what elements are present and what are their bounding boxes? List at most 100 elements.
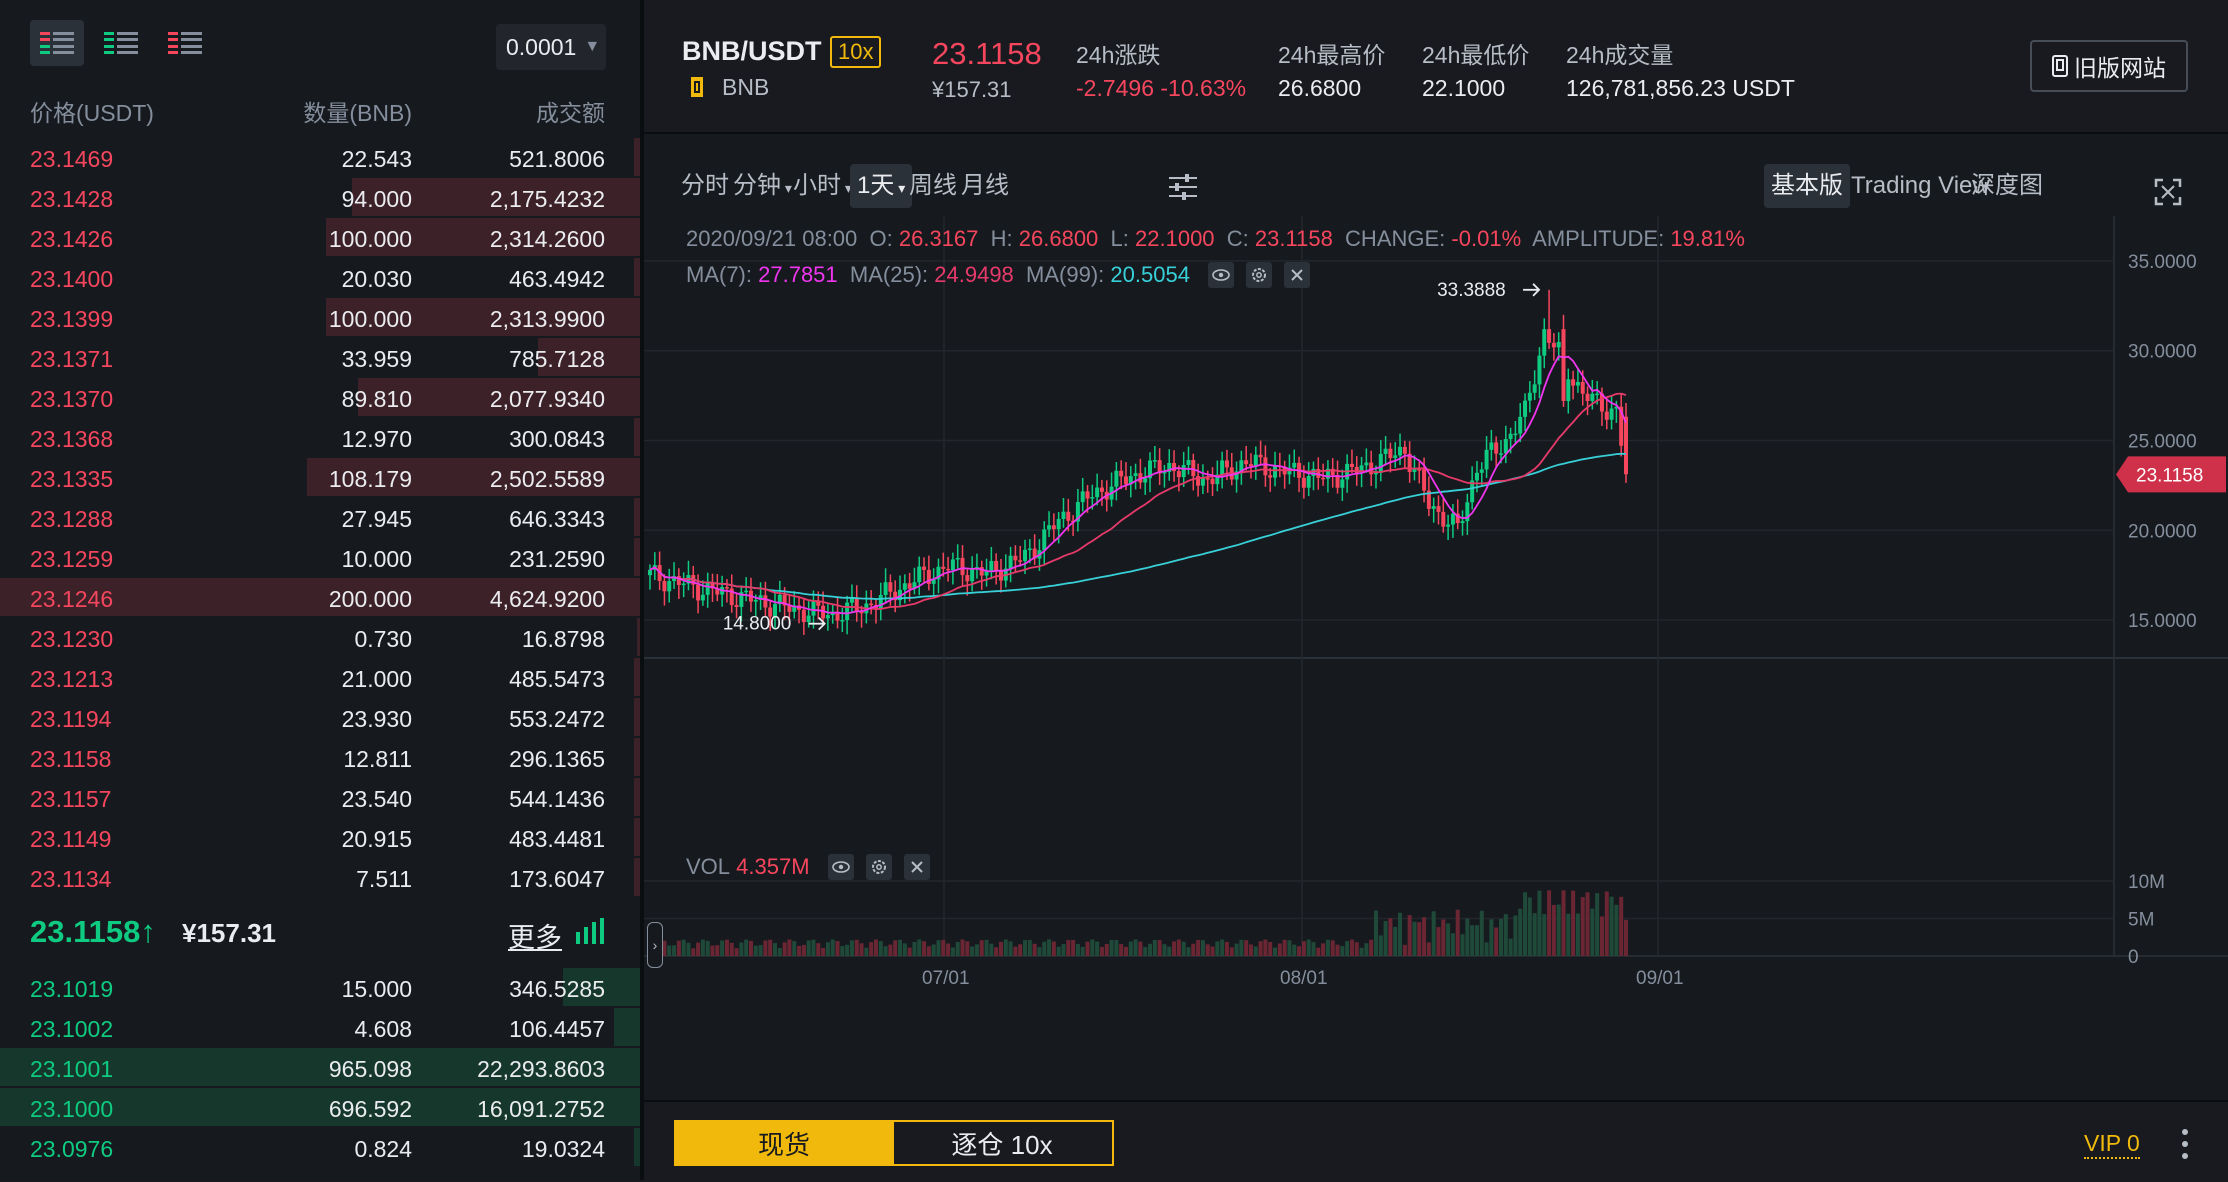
interval-tab[interactable]: 小时 ▾	[786, 164, 859, 208]
expand-panel-handle[interactable]: ›	[647, 922, 663, 968]
price-axis-label: 30.0000	[2128, 342, 2197, 363]
bid-row[interactable]: 23.0976 0.824 19.0324	[0, 1128, 640, 1168]
candle-down	[888, 582, 893, 592]
candle-down	[1604, 411, 1609, 420]
view-tab[interactable]: 深度图	[1964, 164, 2050, 208]
volume-bar	[1561, 890, 1566, 956]
volume-bar	[1580, 897, 1585, 956]
spot-tab[interactable]: 现货	[674, 1120, 894, 1166]
ask-row[interactable]: 23.1426 100.000 2,314.2600	[0, 218, 640, 258]
ask-row[interactable]: 23.1194 23.930 553.2472	[0, 698, 640, 738]
amount-cell: 200.000	[328, 586, 412, 612]
precision-select[interactable]: 0.0001 ▼	[496, 24, 606, 70]
volume-bar	[1003, 939, 1008, 956]
volume-bar	[1369, 939, 1374, 956]
arrow-right-icon	[1523, 283, 1541, 297]
ask-row[interactable]: 23.1259 10.000 231.2590	[0, 538, 640, 578]
volume-bar	[739, 942, 744, 956]
volume-bar	[1349, 939, 1354, 956]
bid-row[interactable]: 23.1019 15.000 346.5285	[0, 968, 640, 1008]
book-both-view-button[interactable]	[30, 20, 84, 66]
candle-up	[1450, 513, 1455, 525]
ma25-value: 24.9498	[934, 262, 1014, 287]
settings-icon[interactable]	[1245, 262, 1272, 288]
ask-row[interactable]: 23.1288 27.945 646.3343	[0, 498, 640, 538]
volume-bar	[1297, 946, 1302, 956]
bottom-bar: 现货 逐仓 10x VIP 0	[644, 1100, 2228, 1182]
ask-row[interactable]: 23.1370 89.810 2,077.9340	[0, 378, 640, 418]
volume-bar	[955, 941, 960, 956]
ask-row[interactable]: 23.1335 108.179 2,502.5589	[0, 458, 640, 498]
volume-bar	[806, 940, 811, 956]
book-asks-view-button[interactable]	[158, 20, 212, 66]
volume-bar	[1109, 940, 1114, 956]
amount-cell: 27.945	[341, 506, 412, 532]
candlestick-chart[interactable]: 35.0000 30.0000 25.0000 20.0000 15.0000 07/01…	[644, 216, 2228, 1100]
isolated-margin-tab[interactable]: 逐仓 10x	[892, 1120, 1114, 1166]
amount-cell: 965.098	[328, 1056, 412, 1082]
vol-settings-icon[interactable]	[865, 854, 892, 880]
candle-up	[917, 566, 922, 583]
ask-row[interactable]: 23.1368 12.970 300.0843	[0, 418, 640, 458]
more-vertical-icon[interactable]	[2180, 1128, 2190, 1160]
ask-row[interactable]: 23.1371 33.959 785.7128	[0, 338, 640, 378]
vol-eye-icon[interactable]	[827, 854, 854, 880]
ask-row[interactable]: 23.1157 23.540 544.1436	[0, 778, 640, 818]
view-tab[interactable]: 基本版	[1764, 164, 1850, 208]
ask-row[interactable]: 23.1158 12.811 296.1365	[0, 738, 640, 778]
candle-up	[1398, 446, 1403, 456]
ask-row[interactable]: 23.1134 7.511 173.6047	[0, 858, 640, 898]
bid-row[interactable]: 23.1002 4.608 106.4457	[0, 1008, 640, 1048]
depth-bar	[614, 1008, 640, 1046]
volume-bar	[1157, 940, 1162, 956]
book-asks-icon	[168, 32, 202, 54]
book-bids-view-button[interactable]	[94, 20, 148, 66]
volume-bar	[811, 939, 816, 956]
ask-row[interactable]: 23.1469 22.543 521.8006	[0, 138, 640, 178]
info-amplitude: 19.81%	[1670, 226, 1745, 251]
total-cell: 521.8006	[509, 146, 605, 172]
stat-low-value: 22.1000	[1422, 75, 1506, 101]
eye-icon[interactable]	[1207, 262, 1234, 288]
volume-bar	[1186, 947, 1191, 956]
high-marker-label: 33.3888	[1437, 280, 1506, 301]
bid-row[interactable]: 23.1001 965.098 22,293.8603	[0, 1048, 640, 1088]
vip-level[interactable]: VIP 0	[2084, 1130, 2140, 1159]
candle-up	[1523, 400, 1528, 417]
old-site-button[interactable]: 旧版网站	[2030, 40, 2188, 92]
ask-row[interactable]: 23.1213 21.000 485.5473	[0, 658, 640, 698]
volume-bar	[1479, 910, 1484, 956]
volume-bar	[888, 944, 893, 956]
more-link[interactable]: 更多	[508, 916, 562, 955]
volume-bar	[1393, 926, 1398, 956]
ask-row[interactable]: 23.1246 200.000 4,624.9200	[0, 578, 640, 618]
fullscreen-icon[interactable]	[2154, 178, 2182, 206]
ask-row[interactable]: 23.1400 20.030 463.4942	[0, 258, 640, 298]
ask-row[interactable]: 23.1399 100.000 2,313.9900	[0, 298, 640, 338]
info-change: -0.01%	[1451, 226, 1522, 251]
ask-row[interactable]: 23.1230 0.730 16.8798	[0, 618, 640, 658]
candle-up	[1393, 455, 1398, 459]
ask-row[interactable]: 23.1428 94.000 2,175.4232	[0, 178, 640, 218]
candle-down	[1436, 506, 1441, 512]
candle-up	[1306, 476, 1311, 488]
volume-bar	[941, 939, 946, 956]
candle-down	[1099, 487, 1104, 492]
volume-bar	[1489, 919, 1494, 956]
vol-close-icon[interactable]	[903, 854, 930, 880]
candle-up	[1460, 521, 1465, 524]
volume-bar	[1547, 890, 1552, 956]
indicator-settings-icon[interactable]	[1168, 174, 1198, 200]
volume-bar	[1051, 941, 1056, 956]
candle-up	[1152, 460, 1157, 462]
ask-row[interactable]: 23.1149 20.915 483.4481	[0, 818, 640, 858]
volume-bar	[946, 943, 951, 956]
bid-row[interactable]: 23.1000 696.592 16,091.2752	[0, 1088, 640, 1128]
total-cell: 173.6047	[509, 866, 605, 892]
volume-bar	[734, 948, 739, 956]
interval-tab[interactable]: 月线	[954, 164, 1016, 208]
candle-up	[1609, 408, 1614, 420]
close-icon[interactable]	[1283, 262, 1310, 288]
ticker-last-price: 23.1158	[932, 36, 1042, 71]
volume-bar	[994, 947, 999, 956]
